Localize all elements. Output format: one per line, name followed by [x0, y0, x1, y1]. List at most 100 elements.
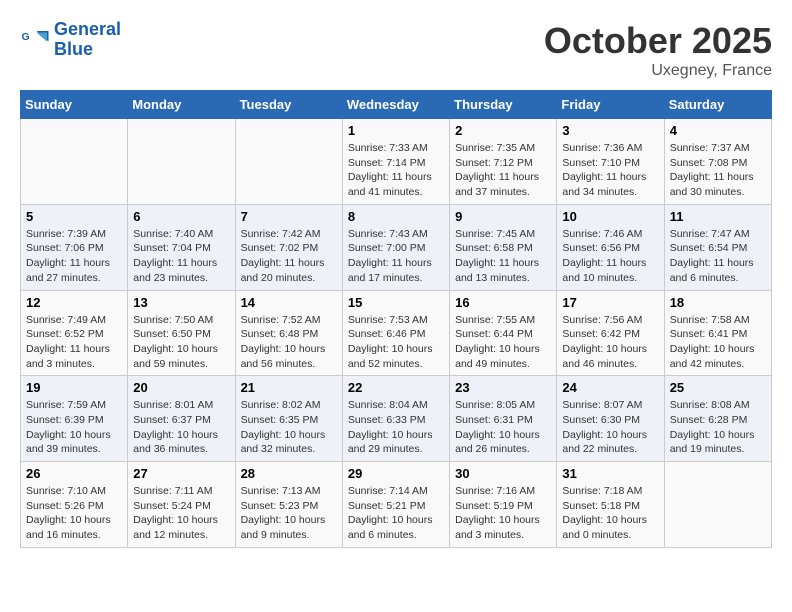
logo: G General Blue: [20, 20, 121, 60]
calendar-cell: 25 Sunrise: 8:08 AMSunset: 6:28 PMDayligh…: [664, 376, 771, 462]
col-header-friday: Friday: [557, 91, 664, 119]
day-number: 14: [241, 295, 337, 310]
day-info: Sunrise: 7:39 AMSunset: 7:06 PMDaylight:…: [26, 227, 122, 286]
calendar-cell: [128, 119, 235, 205]
day-info: Sunrise: 7:56 AMSunset: 6:42 PMDaylight:…: [562, 313, 658, 372]
calendar-table: SundayMondayTuesdayWednesdayThursdayFrid…: [20, 90, 772, 548]
day-info: Sunrise: 7:42 AMSunset: 7:02 PMDaylight:…: [241, 227, 337, 286]
col-header-tuesday: Tuesday: [235, 91, 342, 119]
calendar-cell: 8 Sunrise: 7:43 AMSunset: 7:00 PMDaylight…: [342, 204, 449, 290]
day-number: 23: [455, 380, 551, 395]
day-info: Sunrise: 7:11 AMSunset: 5:24 PMDaylight:…: [133, 484, 229, 543]
calendar-cell: 19Sunrise: 7:59 AMSunset: 6:39 PMDayligh…: [21, 376, 128, 462]
day-info: Sunrise: 7:43 AMSunset: 7:00 PMDaylight:…: [348, 227, 444, 286]
col-header-sunday: Sunday: [21, 91, 128, 119]
day-info: Sunrise: 7:50 AMSunset: 6:50 PMDaylight:…: [133, 313, 229, 372]
day-number: 12: [26, 295, 122, 310]
col-header-saturday: Saturday: [664, 91, 771, 119]
logo-icon: G: [20, 25, 50, 55]
day-number: 7: [241, 209, 337, 224]
calendar-cell: 5Sunrise: 7:39 AMSunset: 7:06 PMDaylight…: [21, 204, 128, 290]
day-info: Sunrise: 7:49 AMSunset: 6:52 PMDaylight:…: [26, 313, 122, 372]
day-info: Sunrise: 7:18 AMSunset: 5:18 PMDaylight:…: [562, 484, 658, 543]
day-number: 24: [562, 380, 658, 395]
col-header-monday: Monday: [128, 91, 235, 119]
calendar-cell: 3 Sunrise: 7:36 AMSunset: 7:10 PMDaylight…: [557, 119, 664, 205]
calendar-cell: 9 Sunrise: 7:45 AMSunset: 6:58 PMDaylight…: [450, 204, 557, 290]
day-number: 4: [670, 123, 766, 138]
day-info: Sunrise: 7:58 AMSunset: 6:41 PMDaylight:…: [670, 313, 766, 372]
calendar-week-row: 5Sunrise: 7:39 AMSunset: 7:06 PMDaylight…: [21, 204, 772, 290]
location: Uxegney, France: [544, 62, 772, 80]
day-number: 30: [455, 466, 551, 481]
day-info: Sunrise: 7:52 AMSunset: 6:48 PMDaylight:…: [241, 313, 337, 372]
day-number: 1: [348, 123, 444, 138]
day-number: 16: [455, 295, 551, 310]
day-info: Sunrise: 7:46 AMSunset: 6:56 PMDaylight:…: [562, 227, 658, 286]
col-header-thursday: Thursday: [450, 91, 557, 119]
day-info: Sunrise: 7:47 AMSunset: 6:54 PMDaylight:…: [670, 227, 766, 286]
day-info: Sunrise: 8:01 AMSunset: 6:37 PMDaylight:…: [133, 398, 229, 457]
calendar-cell: 20 Sunrise: 8:01 AMSunset: 6:37 PMDayligh…: [128, 376, 235, 462]
page-header: G General Blue October 2025 Uxegney, Fra…: [20, 20, 772, 80]
calendar-cell: 27 Sunrise: 7:11 AMSunset: 5:24 PMDayligh…: [128, 462, 235, 548]
calendar-cell: 22Sunrise: 8:04 AMSunset: 6:33 PMDayligh…: [342, 376, 449, 462]
calendar-cell: 17 Sunrise: 7:56 AMSunset: 6:42 PMDayligh…: [557, 290, 664, 376]
calendar-cell: 31 Sunrise: 7:18 AMSunset: 5:18 PMDayligh…: [557, 462, 664, 548]
day-number: 6: [133, 209, 229, 224]
day-info: Sunrise: 8:02 AMSunset: 6:35 PMDaylight:…: [241, 398, 337, 457]
svg-text:G: G: [22, 31, 30, 43]
calendar-cell: 29 Sunrise: 7:14 AMSunset: 5:21 PMDayligh…: [342, 462, 449, 548]
day-number: 28: [241, 466, 337, 481]
calendar-cell: 4 Sunrise: 7:37 AMSunset: 7:08 PMDaylight…: [664, 119, 771, 205]
calendar-cell: 16Sunrise: 7:55 AMSunset: 6:44 PMDayligh…: [450, 290, 557, 376]
calendar-cell: 12 Sunrise: 7:49 AMSunset: 6:52 PMDayligh…: [21, 290, 128, 376]
calendar-cell: 18 Sunrise: 7:58 AMSunset: 6:41 PMDayligh…: [664, 290, 771, 376]
calendar-cell: 24 Sunrise: 8:07 AMSunset: 6:30 PMDayligh…: [557, 376, 664, 462]
calendar-cell: 13 Sunrise: 7:50 AMSunset: 6:50 PMDayligh…: [128, 290, 235, 376]
calendar-week-row: 12 Sunrise: 7:49 AMSunset: 6:52 PMDayligh…: [21, 290, 772, 376]
day-info: Sunrise: 7:36 AMSunset: 7:10 PMDaylight:…: [562, 141, 658, 200]
day-info: Sunrise: 7:37 AMSunset: 7:08 PMDaylight:…: [670, 141, 766, 200]
day-number: 17: [562, 295, 658, 310]
day-info: Sunrise: 7:35 AMSunset: 7:12 PMDaylight:…: [455, 141, 551, 200]
day-number: 29: [348, 466, 444, 481]
day-number: 26: [26, 466, 122, 481]
day-number: 25: [670, 380, 766, 395]
day-number: 15: [348, 295, 444, 310]
day-info: Sunrise: 7:40 AMSunset: 7:04 PMDaylight:…: [133, 227, 229, 286]
calendar-week-row: 26 Sunrise: 7:10 AMSunset: 5:26 PMDayligh…: [21, 462, 772, 548]
day-number: 10: [562, 209, 658, 224]
day-number: 13: [133, 295, 229, 310]
day-number: 27: [133, 466, 229, 481]
day-info: Sunrise: 7:16 AMSunset: 5:19 PMDaylight:…: [455, 484, 551, 543]
logo-general: General: [54, 19, 121, 39]
day-number: 8: [348, 209, 444, 224]
day-info: Sunrise: 8:07 AMSunset: 6:30 PMDaylight:…: [562, 398, 658, 457]
day-number: 19: [26, 380, 122, 395]
day-info: Sunrise: 7:13 AMSunset: 5:23 PMDaylight:…: [241, 484, 337, 543]
day-number: 31: [562, 466, 658, 481]
calendar-week-row: 19Sunrise: 7:59 AMSunset: 6:39 PMDayligh…: [21, 376, 772, 462]
title-block: October 2025 Uxegney, France: [544, 20, 772, 80]
month-title: October 2025: [544, 20, 772, 62]
calendar-cell: 21 Sunrise: 8:02 AMSunset: 6:35 PMDayligh…: [235, 376, 342, 462]
day-number: 9: [455, 209, 551, 224]
day-info: Sunrise: 7:45 AMSunset: 6:58 PMDaylight:…: [455, 227, 551, 286]
calendar-cell: [664, 462, 771, 548]
day-info: Sunrise: 7:14 AMSunset: 5:21 PMDaylight:…: [348, 484, 444, 543]
day-number: 18: [670, 295, 766, 310]
logo-text: General Blue: [54, 20, 121, 60]
day-info: Sunrise: 8:08 AMSunset: 6:28 PMDaylight:…: [670, 398, 766, 457]
day-info: Sunrise: 7:10 AMSunset: 5:26 PMDaylight:…: [26, 484, 122, 543]
calendar-cell: 15 Sunrise: 7:53 AMSunset: 6:46 PMDayligh…: [342, 290, 449, 376]
day-info: Sunrise: 7:53 AMSunset: 6:46 PMDaylight:…: [348, 313, 444, 372]
calendar-cell: 2Sunrise: 7:35 AMSunset: 7:12 PMDaylight…: [450, 119, 557, 205]
calendar-cell: 28 Sunrise: 7:13 AMSunset: 5:23 PMDayligh…: [235, 462, 342, 548]
col-header-wednesday: Wednesday: [342, 91, 449, 119]
day-number: 20: [133, 380, 229, 395]
day-number: 3: [562, 123, 658, 138]
calendar-cell: 1Sunrise: 7:33 AMSunset: 7:14 PMDaylight…: [342, 119, 449, 205]
day-number: 21: [241, 380, 337, 395]
logo-blue: Blue: [54, 39, 93, 59]
